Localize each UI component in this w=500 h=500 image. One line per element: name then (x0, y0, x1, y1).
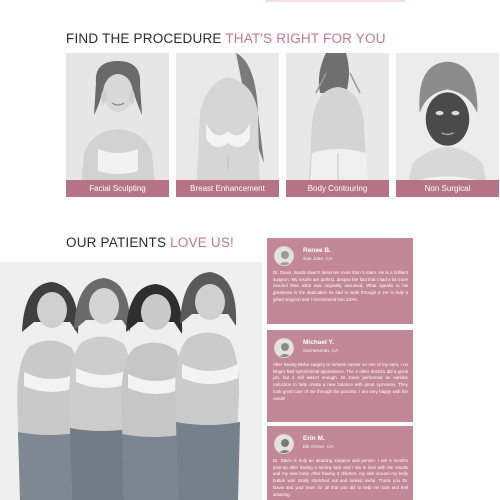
review-text: After having Moho surgery to remove canc… (273, 362, 408, 401)
procedure-card-body-contouring[interactable]: Body Contouring (286, 53, 389, 197)
reviewer-avatar (274, 246, 294, 266)
review-text: Dr. Davis is truly an amazing surgeon an… (273, 458, 408, 497)
procedure-cards: Facial Sculpting Breast Enhancement Body… (66, 53, 500, 197)
patients-group-photo (0, 262, 262, 500)
review-card: Renee B. San Jose, CA Dr. Davis, hands d… (267, 238, 413, 324)
facial-sculpting-photo (66, 53, 169, 197)
procedure-label: Non Surgical (396, 180, 499, 197)
reviewer-name: Erin M. (303, 435, 325, 442)
review-card: Michael Y. Sacramento, CA After having M… (267, 330, 413, 422)
procedure-card-non-surgical[interactable]: Non Surgical (396, 53, 499, 197)
review-card: Erin M. Elk Grove, CA Dr. Davis is truly… (267, 426, 413, 500)
reviewer-avatar (274, 434, 294, 454)
reviewer-location: San Jose, CA (303, 257, 333, 262)
procedures-heading-accent: THAT'S RIGHT FOR YOU (225, 31, 386, 46)
procedure-label: Facial Sculpting (66, 180, 169, 197)
reviewer-name: Renee B. (303, 247, 331, 254)
body-contouring-photo (286, 53, 389, 197)
reviewer-name: Michael Y. (303, 339, 334, 346)
procedure-label: Breast Enhancement (176, 180, 279, 197)
reviewer-location: Elk Grove, CA (303, 445, 334, 450)
procedure-label: Body Contouring (286, 180, 389, 197)
reviewer-avatar (274, 338, 294, 358)
non-surgical-photo (396, 53, 499, 197)
patients-heading-accent: LOVE US! (170, 235, 234, 250)
top-accent-strip (265, 0, 405, 2)
reviewer-location: Sacramento, CA (303, 349, 339, 354)
patients-heading-main: OUR PATIENTS (66, 235, 171, 250)
procedure-card-breast-enhancement[interactable]: Breast Enhancement (176, 53, 279, 197)
procedures-heading-main: FIND THE PROCEDURE (66, 31, 226, 46)
procedures-heading: FIND THE PROCEDURE THAT'S RIGHT FOR YOU (66, 31, 386, 46)
patients-group-illustration (0, 262, 262, 500)
patients-heading: OUR PATIENTS LOVE US! (66, 235, 234, 250)
breast-enhancement-photo (176, 53, 279, 197)
procedure-card-facial-sculpting[interactable]: Facial Sculpting (66, 53, 169, 197)
review-text: Dr. Davis, hands down!! deserves more th… (273, 270, 408, 302)
